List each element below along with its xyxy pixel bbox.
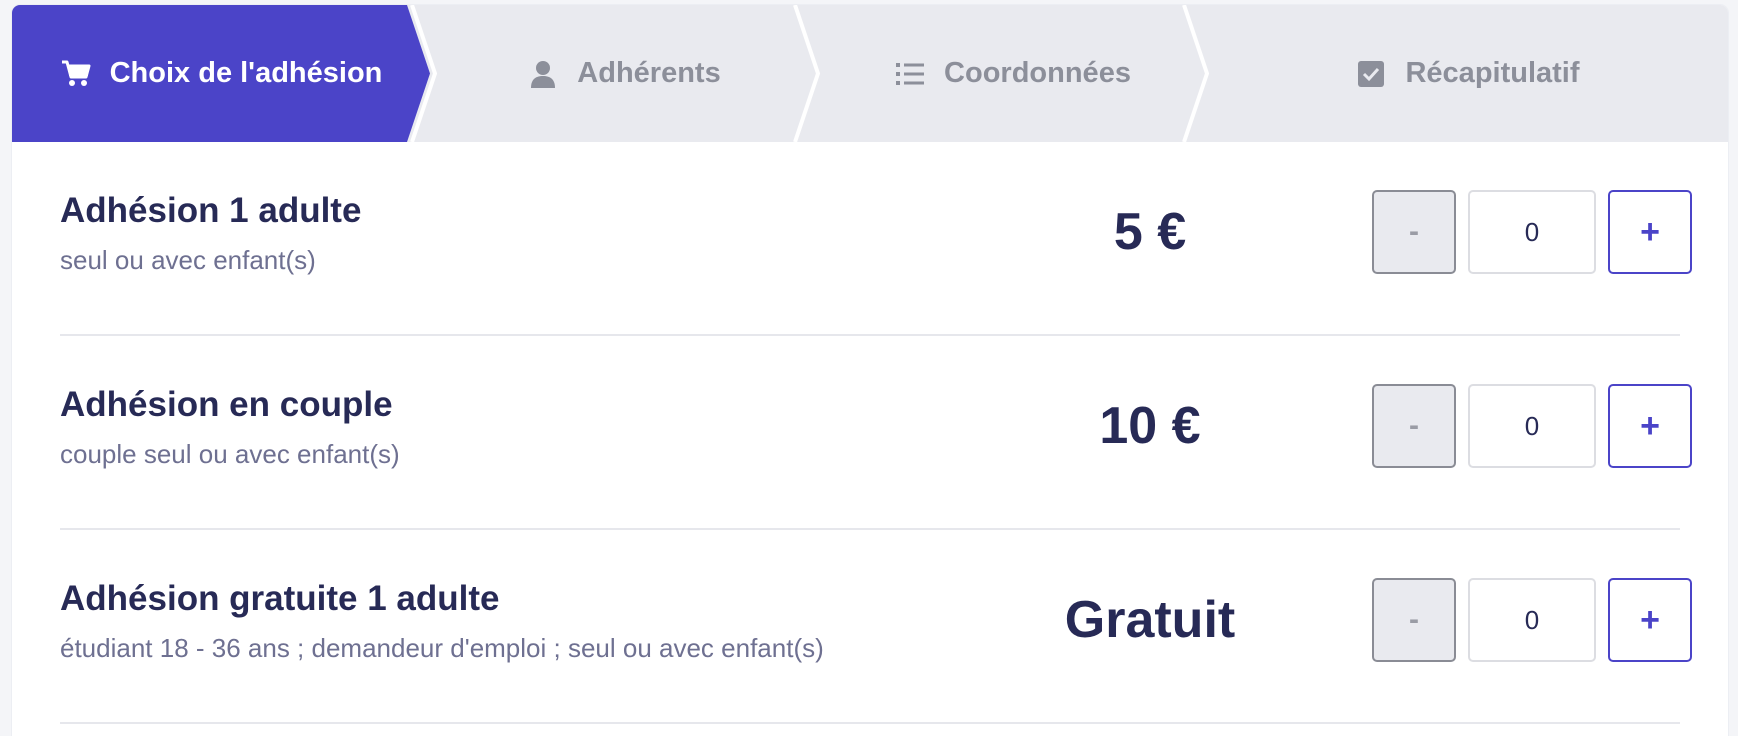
membership-option: Adhésion en couple couple seul ou avec e… <box>60 336 1692 530</box>
decrease-button[interactable]: - <box>1372 190 1456 274</box>
option-price: 10 € <box>1099 397 1201 455</box>
option-name: Adhésion gratuite 1 adulte <box>60 579 500 618</box>
decrease-button[interactable]: - <box>1372 578 1456 662</box>
option-description: seul ou avec enfant(s) <box>60 245 316 275</box>
step-adherents[interactable]: Adhérents <box>430 5 818 142</box>
list-icon <box>894 58 926 90</box>
checkbox-icon <box>1355 58 1387 90</box>
decrease-button[interactable]: - <box>1372 384 1456 468</box>
increase-button[interactable]: + <box>1608 190 1692 274</box>
increase-button[interactable]: + <box>1608 384 1692 468</box>
option-price: 5 € <box>1113 203 1187 261</box>
user-icon <box>527 58 559 90</box>
membership-option: Adhésion 1 adulte seul ou avec enfant(s)… <box>60 142 1692 336</box>
step-label: Récapitulatif <box>1405 57 1580 89</box>
quantity-input[interactable] <box>1468 384 1596 468</box>
option-description: couple seul ou avec enfant(s) <box>60 439 400 469</box>
membership-card: Choix de l'adhésion Adhérents Coordonnée… <box>12 5 1728 736</box>
increase-button[interactable]: + <box>1608 578 1692 662</box>
step-coordonnees[interactable]: Coordonnées <box>818 5 1207 142</box>
membership-option: Adhésion gratuite 1 adulte étudiant 18 -… <box>60 530 1692 724</box>
option-description: étudiant 18 - 36 ans ; demandeur d'emplo… <box>60 633 824 663</box>
step-label: Choix de l'adhésion <box>109 57 383 89</box>
option-price: Gratuit <box>1064 591 1236 649</box>
option-name: Adhésion en couple <box>60 385 393 424</box>
quantity-input[interactable] <box>1468 190 1596 274</box>
step-label: Coordonnées <box>944 57 1131 89</box>
quantity-input[interactable] <box>1468 578 1596 662</box>
page-background: Choix de l'adhésion Adhérents Coordonnée… <box>0 0 1738 736</box>
step-recapitulatif[interactable]: Récapitulatif <box>1207 5 1728 142</box>
checkout-stepper: Choix de l'adhésion Adhérents Coordonnée… <box>12 5 1728 142</box>
row-divider <box>60 722 1680 724</box>
cart-icon <box>60 58 92 90</box>
step-choix-adhesion[interactable]: Choix de l'adhésion <box>12 5 430 142</box>
option-name: Adhésion 1 adulte <box>60 191 362 230</box>
step-label: Adhérents <box>577 57 721 89</box>
